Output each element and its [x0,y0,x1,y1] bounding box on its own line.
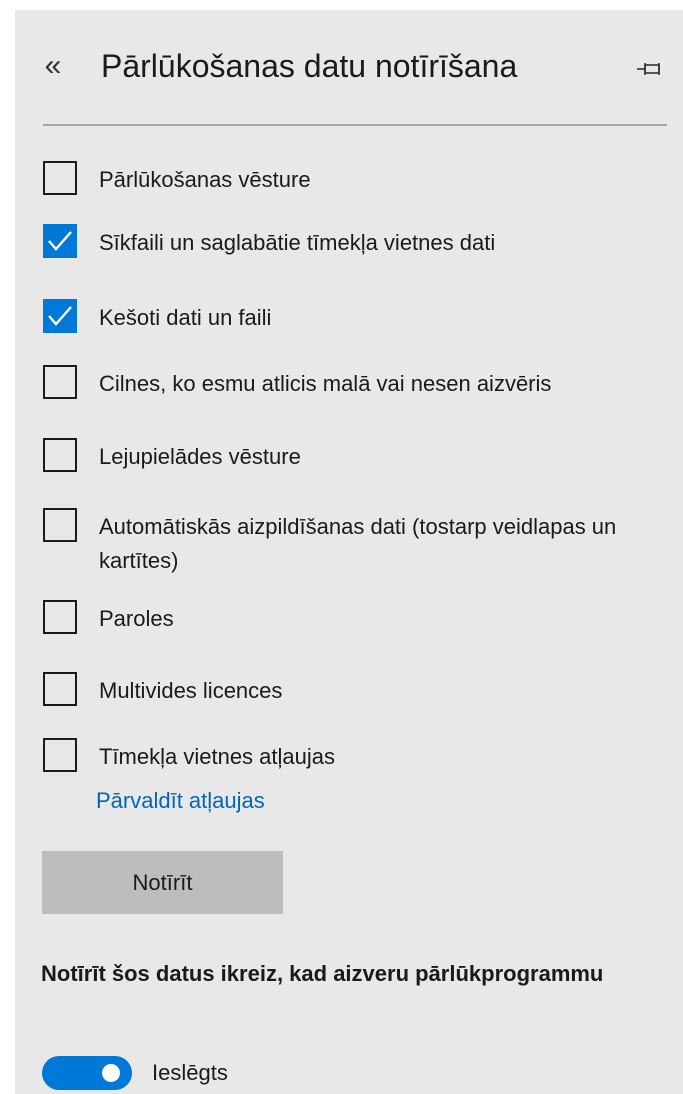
checkbox[interactable] [43,600,77,634]
pin-icon[interactable] [635,54,665,84]
panel-header: « Pārlūkošanas datu notīrīšana [15,10,683,120]
option-label: Automātiskās aizpildīšanas dati (tostarp… [99,514,617,573]
checkbox[interactable] [43,224,77,258]
page-title: Pārlūkošanas datu notīrīšana [101,48,518,84]
option-label: Cilnes, ko esmu atlicis malā vai nesen a… [99,371,552,396]
clear-button[interactable]: Notīrīt [42,851,283,914]
checkbox[interactable] [43,508,77,542]
option-label: Sīkfaili un saglabātie tīmekļa vietnes d… [99,230,496,255]
checkmark-icon [48,306,72,326]
header-divider [43,124,667,126]
option-label: Kešoti dati un faili [99,305,272,330]
checkbox[interactable] [43,161,77,195]
manage-permissions-link[interactable]: Pārvaldīt atļaujas [96,788,265,814]
auto-clear-toggle[interactable] [42,1056,132,1090]
checkbox[interactable] [43,438,77,472]
option-label: Tīmekļa vietnes atļaujas [99,744,335,769]
clear-browsing-data-panel: « Pārlūkošanas datu notīrīšana Pārlūkoša… [15,10,683,1094]
checkmark-icon [48,231,72,251]
back-chevron-icon[interactable]: « [37,46,69,86]
option-label: Multivides licences [99,678,283,703]
option-label: Paroles [99,606,174,631]
auto-clear-heading: Notīrīt šos datus ikreiz, kad aizveru pā… [41,961,604,986]
option-label: Lejupielādes vēsture [99,444,301,469]
checkbox[interactable] [43,672,77,706]
checkbox[interactable] [43,738,77,772]
toggle-knob [102,1064,120,1082]
checkbox[interactable] [43,299,77,333]
checkbox[interactable] [43,365,77,399]
toggle-state-label: Ieslēgts [152,1060,228,1085]
option-label: Pārlūkošanas vēsture [99,167,311,192]
